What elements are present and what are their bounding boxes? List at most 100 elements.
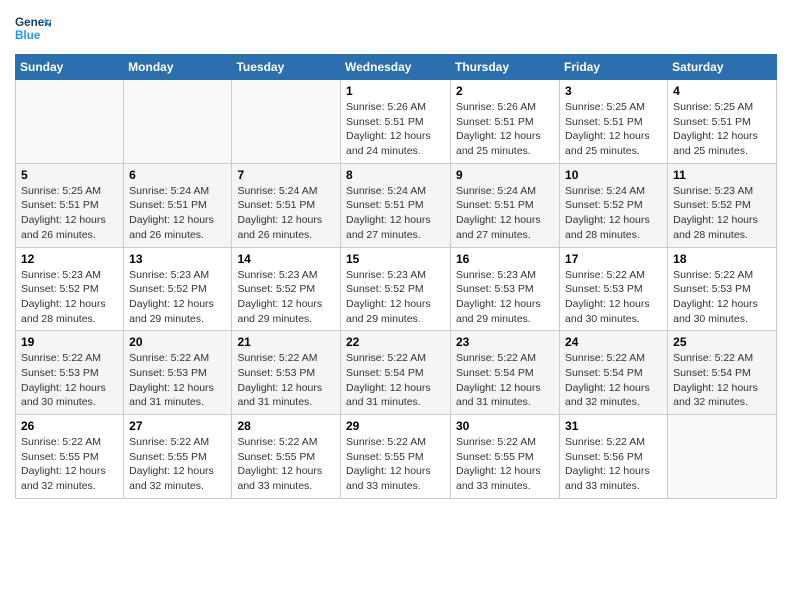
day-number: 13 <box>129 252 226 266</box>
day-number: 23 <box>456 335 554 349</box>
day-number: 8 <box>346 168 445 182</box>
day-number: 6 <box>129 168 226 182</box>
day-number: 28 <box>237 419 335 433</box>
day-info: Sunrise: 5:24 AMSunset: 5:51 PMDaylight:… <box>129 184 226 243</box>
calendar-cell: 24 Sunrise: 5:22 AMSunset: 5:54 PMDayligh… <box>560 331 668 415</box>
calendar-cell: 3 Sunrise: 5:25 AMSunset: 5:51 PMDaylight… <box>560 80 668 164</box>
weekday-header-sunday: Sunday <box>16 55 124 80</box>
calendar-cell: 26Sunrise: 5:22 AMSunset: 5:55 PMDayligh… <box>16 415 124 499</box>
calendar-cell: 2 Sunrise: 5:26 AMSunset: 5:51 PMDaylight… <box>451 80 560 164</box>
day-info: Sunrise: 5:23 AMSunset: 5:52 PMDaylight:… <box>129 268 226 327</box>
day-info: Sunrise: 5:22 AMSunset: 5:55 PMDaylight:… <box>237 435 335 494</box>
day-info: Sunrise: 5:22 AMSunset: 5:53 PMDaylight:… <box>21 351 118 410</box>
day-number: 3 <box>565 84 662 98</box>
day-info: Sunrise: 5:24 AMSunset: 5:51 PMDaylight:… <box>456 184 554 243</box>
day-info: Sunrise: 5:26 AMSunset: 5:51 PMDaylight:… <box>456 100 554 159</box>
weekday-header-thursday: Thursday <box>451 55 560 80</box>
day-number: 16 <box>456 252 554 266</box>
day-number: 15 <box>346 252 445 266</box>
day-number: 29 <box>346 419 445 433</box>
calendar-cell: 30 Sunrise: 5:22 AMSunset: 5:55 PMDayligh… <box>451 415 560 499</box>
weekday-header-saturday: Saturday <box>668 55 777 80</box>
day-info: Sunrise: 5:26 AMSunset: 5:51 PMDaylight:… <box>346 100 445 159</box>
day-number: 14 <box>237 252 335 266</box>
day-info: Sunrise: 5:25 AMSunset: 5:51 PMDaylight:… <box>21 184 118 243</box>
calendar-cell: 27 Sunrise: 5:22 AMSunset: 5:55 PMDayligh… <box>124 415 232 499</box>
day-info: Sunrise: 5:25 AMSunset: 5:51 PMDaylight:… <box>673 100 771 159</box>
calendar-cell: 4 Sunrise: 5:25 AMSunset: 5:51 PMDaylight… <box>668 80 777 164</box>
day-number: 1 <box>346 84 445 98</box>
day-info: Sunrise: 5:24 AMSunset: 5:51 PMDaylight:… <box>237 184 335 243</box>
day-info: Sunrise: 5:22 AMSunset: 5:55 PMDaylight:… <box>21 435 118 494</box>
day-info: Sunrise: 5:23 AMSunset: 5:52 PMDaylight:… <box>237 268 335 327</box>
day-info: Sunrise: 5:23 AMSunset: 5:52 PMDaylight:… <box>21 268 118 327</box>
day-number: 27 <box>129 419 226 433</box>
day-info: Sunrise: 5:22 AMSunset: 5:54 PMDaylight:… <box>673 351 771 410</box>
calendar-cell: 31Sunrise: 5:22 AMSunset: 5:56 PMDayligh… <box>560 415 668 499</box>
weekday-header-friday: Friday <box>560 55 668 80</box>
calendar-cell: 23 Sunrise: 5:22 AMSunset: 5:54 PMDayligh… <box>451 331 560 415</box>
weekday-header-wednesday: Wednesday <box>341 55 451 80</box>
day-number: 12 <box>21 252 118 266</box>
day-info: Sunrise: 5:22 AMSunset: 5:55 PMDaylight:… <box>456 435 554 494</box>
calendar-cell: 14 Sunrise: 5:23 AMSunset: 5:52 PMDayligh… <box>232 247 341 331</box>
day-number: 25 <box>673 335 771 349</box>
calendar-cell <box>124 80 232 164</box>
day-info: Sunrise: 5:22 AMSunset: 5:55 PMDaylight:… <box>346 435 445 494</box>
calendar-cell: 1 Sunrise: 5:26 AMSunset: 5:51 PMDaylight… <box>341 80 451 164</box>
day-info: Sunrise: 5:23 AMSunset: 5:52 PMDaylight:… <box>346 268 445 327</box>
calendar-cell <box>16 80 124 164</box>
calendar-cell: 12 Sunrise: 5:23 AMSunset: 5:52 PMDayligh… <box>16 247 124 331</box>
svg-text:Blue: Blue <box>15 29 41 42</box>
calendar-cell: 5Sunrise: 5:25 AMSunset: 5:51 PMDaylight… <box>16 163 124 247</box>
day-number: 10 <box>565 168 662 182</box>
day-number: 30 <box>456 419 554 433</box>
calendar-cell: 10 Sunrise: 5:24 AMSunset: 5:52 PMDayligh… <box>560 163 668 247</box>
day-number: 19 <box>21 335 118 349</box>
weekday-header-monday: Monday <box>124 55 232 80</box>
day-number: 20 <box>129 335 226 349</box>
page-header: General Blue <box>15 10 777 46</box>
calendar-cell: 25 Sunrise: 5:22 AMSunset: 5:54 PMDayligh… <box>668 331 777 415</box>
calendar-table: SundayMondayTuesdayWednesdayThursdayFrid… <box>15 54 777 499</box>
calendar-cell: 8 Sunrise: 5:24 AMSunset: 5:51 PMDaylight… <box>341 163 451 247</box>
day-number: 2 <box>456 84 554 98</box>
logo: General Blue <box>15 10 51 46</box>
day-number: 22 <box>346 335 445 349</box>
calendar-cell: 29 Sunrise: 5:22 AMSunset: 5:55 PMDayligh… <box>341 415 451 499</box>
calendar-cell: 11 Sunrise: 5:23 AMSunset: 5:52 PMDayligh… <box>668 163 777 247</box>
calendar-cell <box>232 80 341 164</box>
day-number: 11 <box>673 168 771 182</box>
day-info: Sunrise: 5:22 AMSunset: 5:54 PMDaylight:… <box>565 351 662 410</box>
day-info: Sunrise: 5:24 AMSunset: 5:51 PMDaylight:… <box>346 184 445 243</box>
calendar-cell <box>668 415 777 499</box>
day-info: Sunrise: 5:23 AMSunset: 5:53 PMDaylight:… <box>456 268 554 327</box>
day-info: Sunrise: 5:23 AMSunset: 5:52 PMDaylight:… <box>673 184 771 243</box>
day-info: Sunrise: 5:22 AMSunset: 5:56 PMDaylight:… <box>565 435 662 494</box>
day-info: Sunrise: 5:22 AMSunset: 5:53 PMDaylight:… <box>129 351 226 410</box>
day-info: Sunrise: 5:25 AMSunset: 5:51 PMDaylight:… <box>565 100 662 159</box>
day-info: Sunrise: 5:22 AMSunset: 5:54 PMDaylight:… <box>346 351 445 410</box>
calendar-cell: 28 Sunrise: 5:22 AMSunset: 5:55 PMDayligh… <box>232 415 341 499</box>
day-number: 9 <box>456 168 554 182</box>
calendar-cell: 6 Sunrise: 5:24 AMSunset: 5:51 PMDaylight… <box>124 163 232 247</box>
calendar-cell: 22 Sunrise: 5:22 AMSunset: 5:54 PMDayligh… <box>341 331 451 415</box>
calendar-cell: 15 Sunrise: 5:23 AMSunset: 5:52 PMDayligh… <box>341 247 451 331</box>
calendar-cell: 7Sunrise: 5:24 AMSunset: 5:51 PMDaylight… <box>232 163 341 247</box>
day-info: Sunrise: 5:22 AMSunset: 5:53 PMDaylight:… <box>673 268 771 327</box>
day-info: Sunrise: 5:24 AMSunset: 5:52 PMDaylight:… <box>565 184 662 243</box>
day-info: Sunrise: 5:22 AMSunset: 5:54 PMDaylight:… <box>456 351 554 410</box>
calendar-cell: 19 Sunrise: 5:22 AMSunset: 5:53 PMDayligh… <box>16 331 124 415</box>
calendar-cell: 18 Sunrise: 5:22 AMSunset: 5:53 PMDayligh… <box>668 247 777 331</box>
day-number: 18 <box>673 252 771 266</box>
day-info: Sunrise: 5:22 AMSunset: 5:53 PMDaylight:… <box>565 268 662 327</box>
day-number: 24 <box>565 335 662 349</box>
calendar-cell: 13 Sunrise: 5:23 AMSunset: 5:52 PMDayligh… <box>124 247 232 331</box>
logo-icon: General Blue <box>15 10 51 46</box>
calendar-header: SundayMondayTuesdayWednesdayThursdayFrid… <box>16 55 777 80</box>
day-number: 4 <box>673 84 771 98</box>
calendar-cell: 20 Sunrise: 5:22 AMSunset: 5:53 PMDayligh… <box>124 331 232 415</box>
day-info: Sunrise: 5:22 AMSunset: 5:55 PMDaylight:… <box>129 435 226 494</box>
calendar-cell: 16 Sunrise: 5:23 AMSunset: 5:53 PMDayligh… <box>451 247 560 331</box>
weekday-header-tuesday: Tuesday <box>232 55 341 80</box>
